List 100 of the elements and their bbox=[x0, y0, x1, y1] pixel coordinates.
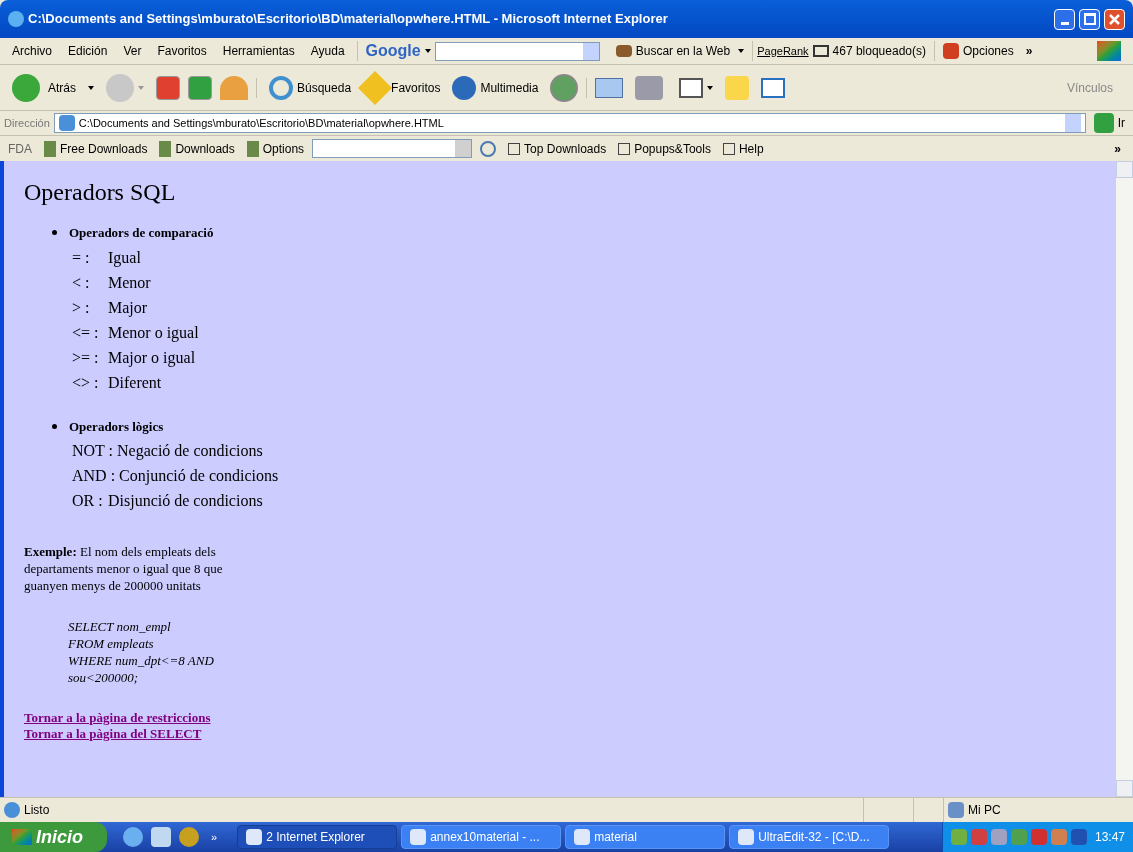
search-web-button[interactable]: Buscar en la Web bbox=[611, 38, 735, 64]
toolbar-label: FDA bbox=[7, 140, 33, 158]
section-title: Operadors lògics bbox=[69, 417, 164, 436]
toolbar-item-icon bbox=[508, 142, 521, 155]
window-icon bbox=[246, 829, 263, 845]
more-chevron[interactable]: » bbox=[1017, 42, 1041, 60]
page-heading: Operadors SQL bbox=[24, 178, 177, 207]
print-button[interactable] bbox=[635, 75, 664, 100]
operator-symbol: < : bbox=[72, 272, 91, 293]
menu-item[interactable]: Ayuda bbox=[302, 38, 353, 64]
tray-icon bbox=[990, 829, 1007, 845]
toolbar-item-icon bbox=[618, 142, 631, 155]
menu-item[interactable]: Favoritos bbox=[149, 38, 215, 64]
toolbar-button[interactable]: Options bbox=[242, 136, 309, 161]
menu-item[interactable]: Archivo bbox=[4, 38, 60, 64]
dropdown-arrow-button[interactable] bbox=[1064, 114, 1081, 132]
stop-button[interactable] bbox=[156, 75, 180, 100]
operator-symbol: OR : bbox=[72, 491, 104, 511]
operator-description: Major o igual bbox=[108, 347, 196, 368]
maximize-button[interactable] bbox=[1079, 8, 1100, 30]
caret-icon bbox=[424, 49, 431, 53]
browser-launch-icon[interactable] bbox=[123, 827, 143, 847]
bullet-icon bbox=[52, 423, 57, 429]
search-icon bbox=[269, 75, 293, 100]
toolbar-button[interactable]: Top Downloads bbox=[504, 136, 611, 161]
menu-item[interactable]: Ver bbox=[115, 38, 150, 64]
window-icon bbox=[410, 829, 427, 845]
minimize-button[interactable] bbox=[1054, 8, 1075, 30]
window-icon bbox=[574, 829, 591, 845]
toolbar-settings-button[interactable]: Opciones bbox=[939, 38, 1018, 64]
tray-icon bbox=[970, 829, 987, 845]
toolbar-button[interactable]: Help bbox=[718, 136, 768, 161]
google-logo: Google bbox=[364, 41, 422, 61]
operator-description: Menor o igual bbox=[108, 322, 199, 343]
taskbar-button[interactable]: 2 Internet Explorer bbox=[237, 825, 398, 849]
history-button[interactable] bbox=[550, 73, 579, 102]
dropdown-arrow-button[interactable] bbox=[455, 140, 472, 157]
operator-symbol: > : bbox=[72, 297, 91, 318]
toolbar-search-field[interactable] bbox=[312, 139, 473, 158]
app-launch-icon[interactable] bbox=[151, 827, 171, 847]
caret-icon bbox=[138, 85, 144, 90]
operator-description: Menor bbox=[108, 272, 151, 293]
operator-description: Negació de condicions bbox=[117, 441, 263, 461]
taskbar-button[interactable]: annex10material - ... bbox=[401, 825, 562, 849]
toolbar-button[interactable]: Downloads bbox=[155, 136, 239, 161]
bullet-icon bbox=[52, 230, 57, 236]
popup-blocker-button[interactable]: 467 bloqueado(s) bbox=[808, 38, 930, 64]
toolbar-item-icon bbox=[159, 140, 172, 157]
search-button[interactable]: Búsqueda bbox=[265, 65, 356, 110]
tray-icon bbox=[1050, 829, 1067, 845]
dropdown-arrow-button[interactable] bbox=[582, 42, 599, 60]
window-icon bbox=[738, 829, 755, 845]
operator-description: Major bbox=[108, 297, 148, 318]
taskbar-button[interactable]: UltraEdit-32 - [C:\D... bbox=[729, 825, 890, 849]
tray-icon bbox=[1010, 829, 1027, 845]
sql-code: SELECT nom_empl FROM empleats WHERE num_dpt<=8 AND sou<200000; bbox=[68, 618, 215, 686]
caret-icon bbox=[707, 85, 714, 90]
section-title: Operadors de comparació bbox=[69, 224, 214, 242]
start-button[interactable]: Inicio bbox=[0, 822, 107, 852]
menu-item[interactable]: Herramientas bbox=[214, 38, 303, 64]
toolbar-button[interactable]: Popups&Tools bbox=[614, 136, 715, 161]
go-button[interactable]: Ir bbox=[1089, 111, 1129, 135]
favorites-button[interactable]: Favoritos bbox=[359, 65, 445, 110]
address-label: Dirección bbox=[4, 115, 50, 131]
pagerank-label: PageRank bbox=[757, 43, 809, 59]
example-text: Exemple: El nom dels empleats dels departaments menor o igual que 8 que guanyen menys de 200000 unitats bbox=[24, 543, 224, 594]
refresh-button[interactable] bbox=[188, 75, 212, 100]
caret-icon bbox=[88, 85, 94, 90]
messenger-button[interactable] bbox=[761, 77, 786, 98]
search-field[interactable] bbox=[434, 41, 600, 61]
address-field[interactable]: C:\Documents and Settings\mburato\Escritorio\BD\material\opwhere.HTML bbox=[53, 113, 1086, 133]
toolbar-item-icon bbox=[722, 142, 735, 155]
back-button[interactable]: Atrás bbox=[8, 65, 84, 110]
operator-symbol: = : bbox=[72, 247, 91, 268]
operator-description: Conjunció de condicions bbox=[119, 466, 279, 486]
close-icon bbox=[1109, 13, 1120, 25]
operator-description: Diferent bbox=[108, 372, 162, 393]
tray-icon bbox=[950, 829, 967, 845]
media-button[interactable]: Multimedia bbox=[448, 65, 543, 110]
window-title: C:\Documents and Settings\mburato\Escritorio\BD\material\opwhere.HTML - Microsoft Internet Explorer bbox=[28, 10, 668, 29]
toolbar-item-icon bbox=[246, 140, 259, 157]
more-chevron[interactable]: » bbox=[1106, 139, 1129, 158]
toolbar-item-icon bbox=[44, 140, 56, 157]
word-button[interactable] bbox=[679, 77, 704, 98]
home-button[interactable] bbox=[220, 75, 248, 100]
editor-launch-icon[interactable] bbox=[179, 827, 199, 847]
toolbar-button[interactable]: Free Downloads bbox=[40, 136, 152, 161]
close-button[interactable] bbox=[1104, 8, 1125, 30]
operator-symbol: >= : bbox=[72, 347, 100, 368]
menu-item[interactable]: Edición bbox=[60, 38, 116, 64]
operator-symbol: <= : bbox=[72, 322, 100, 343]
operator-description: Disjunció de condicions bbox=[108, 491, 263, 511]
operator-symbol: AND : bbox=[72, 466, 116, 486]
back-link[interactable]: Tornar a la pàgina de restriccions bbox=[24, 710, 211, 726]
taskbar-button[interactable]: material bbox=[565, 825, 726, 849]
tray-icon bbox=[1030, 829, 1047, 845]
zone-text: Mi PC bbox=[968, 802, 1001, 819]
mail-button[interactable] bbox=[595, 77, 624, 98]
back-link[interactable]: Tornar a la pàgina del SELECT bbox=[24, 726, 202, 742]
more-chevron[interactable]: » bbox=[207, 828, 222, 846]
